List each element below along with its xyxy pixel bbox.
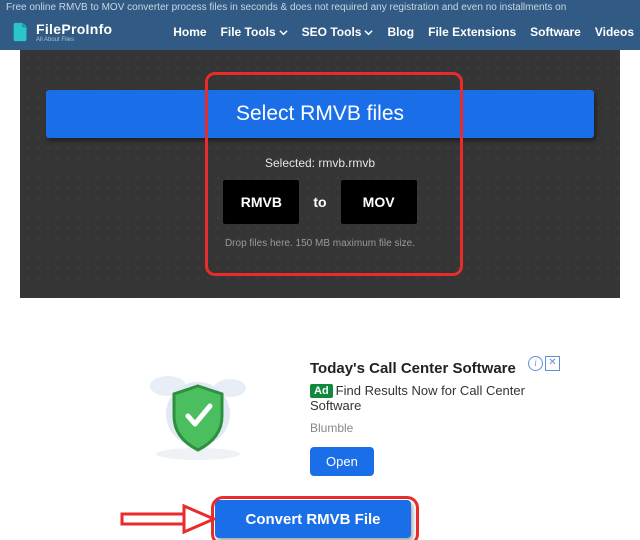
from-format-box[interactable]: RMVB (223, 180, 299, 224)
convert-file-button[interactable]: Convert RMVB File (215, 500, 411, 538)
nav-file-extensions[interactable]: File Extensions (428, 25, 516, 39)
to-format-box[interactable]: MOV (341, 180, 417, 224)
drop-hint: Drop files here. 150 MB maximum file siz… (20, 238, 620, 249)
ad-title[interactable]: Today's Call Center Software (310, 360, 550, 377)
header: FileProInfo All About Files Home File To… (0, 14, 640, 50)
annotation-arrow-icon (120, 504, 216, 534)
lower-section: i ✕ Today's Call Center Software AdFind … (0, 316, 640, 540)
to-label: to (313, 194, 326, 210)
nav-seo-tools[interactable]: SEO Tools (302, 25, 374, 39)
nav-file-tools-label: File Tools (221, 25, 276, 39)
converter-area: Select RMVB files Selected: rmvb.rmvb RM… (0, 50, 640, 316)
select-files-button[interactable]: Select RMVB files (46, 90, 594, 138)
nav-videos[interactable]: Videos (595, 25, 634, 39)
brand-tagline: All About Files (36, 37, 112, 43)
converter-panel: Select RMVB files Selected: rmvb.rmvb RM… (20, 50, 620, 298)
ad-text: Find Results Now for Call Center Softwar… (310, 383, 525, 413)
brand-logo-icon (10, 21, 32, 43)
format-row: RMVB to MOV (20, 180, 620, 224)
ad-domain: Blumble (310, 421, 550, 435)
nav-software[interactable]: Software (530, 25, 581, 39)
shield-icon (138, 364, 258, 464)
ad-close-icon[interactable]: ✕ (545, 356, 560, 371)
nav-seo-tools-label: SEO Tools (302, 25, 362, 39)
ad-block: i ✕ Today's Call Center Software AdFind … (310, 360, 550, 476)
nav-file-tools[interactable]: File Tools (221, 25, 288, 39)
ad-corner: i ✕ (528, 356, 560, 371)
ad-badge: Ad (310, 384, 333, 398)
nav-blog[interactable]: Blog (387, 25, 414, 39)
brand-name: FileProInfo (36, 22, 112, 36)
ad-open-button[interactable]: Open (310, 447, 374, 476)
brand-logo[interactable]: FileProInfo All About Files (10, 21, 112, 43)
main-nav: Home File Tools SEO Tools Blog File Exte… (173, 25, 634, 39)
selected-file-label: Selected: rmvb.rmvb (20, 156, 620, 170)
chevron-down-icon (364, 28, 373, 37)
nav-home[interactable]: Home (173, 25, 206, 39)
chevron-down-icon (279, 28, 288, 37)
ad-info-icon[interactable]: i (528, 356, 543, 371)
top-cutoff-text: Free online RMVB to MOV converter proces… (0, 0, 640, 14)
